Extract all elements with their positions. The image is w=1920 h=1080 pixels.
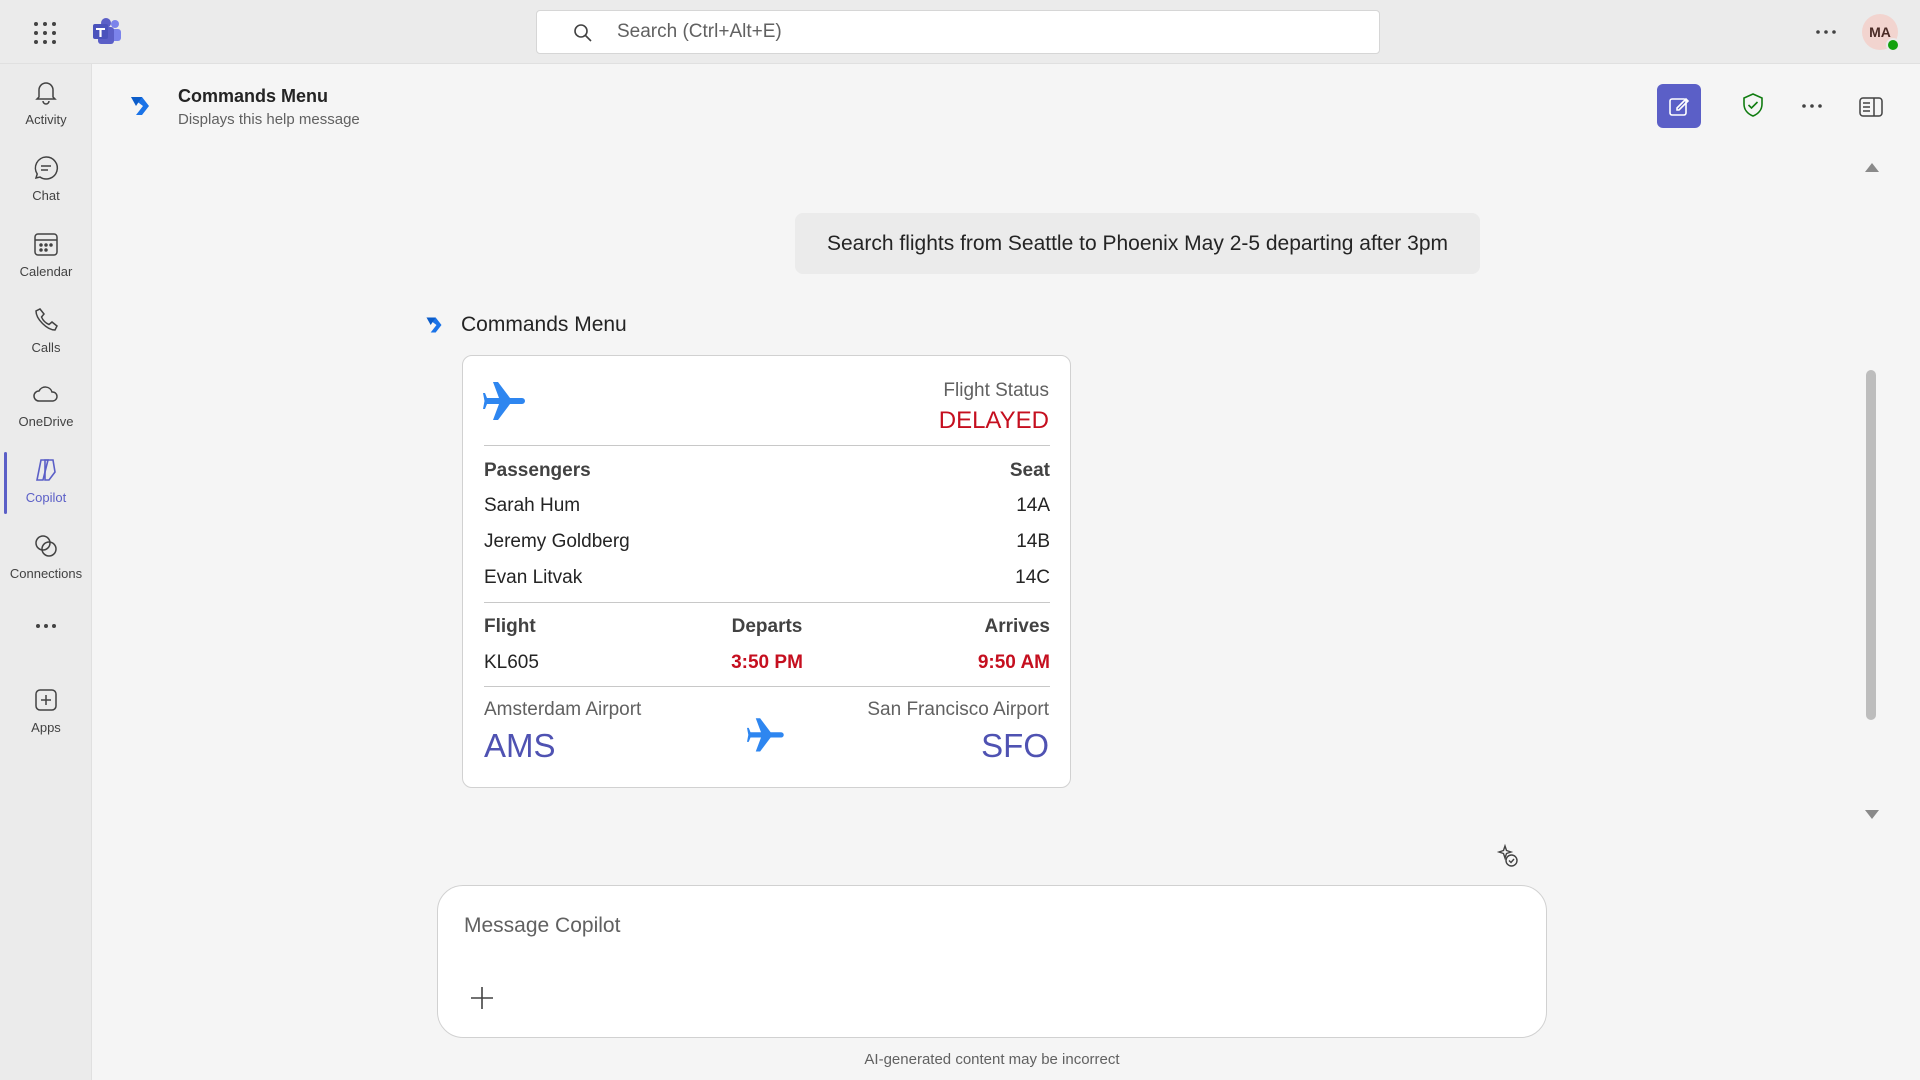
page-title: Commands Menu [178,86,329,106]
passenger-seat: 14B [1016,531,1050,552]
ai-disclaimer: AI-generated content may be incorrect [864,1051,1120,1068]
origin-airport-code: AMS [484,727,556,764]
rail-label: Copilot [25,490,67,505]
airplane-icon [483,378,531,422]
search-icon [573,23,593,43]
passenger-name: Jeremy Goldberg [484,531,630,552]
search-input[interactable] [617,11,1357,53]
message-composer [437,885,1547,1038]
cloud-icon [32,380,60,408]
connections-icon [32,532,60,560]
rail-item-chat[interactable]: Chat [0,146,92,214]
rail-label: OneDrive [18,414,74,429]
new-chat-button[interactable] [1657,84,1701,128]
bot-name: Commands Menu [461,313,627,336]
rail-label: Apps [31,720,61,735]
rail-item-onedrive[interactable]: OneDrive [0,372,92,440]
rail-item-calls[interactable]: Calls [0,298,92,366]
presence-available-icon [1886,38,1900,52]
rail-item-apps[interactable]: Apps [0,678,92,746]
arrives-time: 9:50 AM [977,652,1050,673]
search-box[interactable] [536,10,1380,54]
compose-icon [1669,97,1690,116]
chat-header: Commands Menu Displays this help message [92,64,1920,148]
passenger-seat: 14C [1015,567,1050,588]
user-message: Search flights from Seattle to Phoenix M… [795,213,1480,274]
flight-header: Flight [484,616,536,637]
chat-icon [32,154,60,182]
more-icon[interactable] [1812,20,1840,44]
passenger-header-row: Passengers Seat [484,460,1050,484]
destination-airport-code: SFO [981,727,1049,764]
rail-label: Chat [32,188,60,203]
flight-header-row: Flight Departs Arrives [484,616,1050,640]
passenger-row: Sarah Hum 14A [484,495,1050,519]
rail-item-calendar[interactable]: Calendar [0,222,92,290]
passenger-name: Sarah Hum [484,495,581,516]
teams-logo-icon[interactable] [92,18,122,46]
page-subtitle: Displays this help message [178,111,360,128]
departs-time: 3:50 PM [731,652,803,673]
rail-item-activity[interactable]: Activity [0,70,92,138]
left-rail: Activity Chat Calendar Calls OneDrive Co… [0,64,92,1080]
phone-icon [32,306,60,334]
bell-icon [32,78,60,106]
shield-check-icon[interactable] [1740,92,1766,118]
scroll-down-arrow-icon[interactable] [1862,808,1882,822]
passenger-row: Jeremy Goldberg 14B [484,531,1050,555]
passenger-name: Evan Litvak [484,567,583,588]
side-panel-icon[interactable] [1858,94,1884,120]
flight-number: KL605 [484,652,539,673]
flight-card: Flight Status DELAYED Passengers Seat Sa… [462,355,1071,788]
departs-header: Departs [731,616,803,637]
add-app-icon [32,686,60,714]
passenger-seat: 14A [1016,495,1050,516]
divider [484,686,1050,687]
more-icon [32,612,60,640]
scrollbar-thumb[interactable] [1866,370,1876,720]
app-launcher-icon[interactable] [32,20,58,46]
add-attachment-icon[interactable] [468,984,496,1012]
rail-label: Connections [9,566,83,581]
calendar-icon [32,230,60,258]
origin-airport-name: Amsterdam Airport [484,699,642,720]
more-options-icon[interactable] [1798,94,1826,118]
rail-item-copilot[interactable]: Copilot [0,448,92,516]
divider [484,602,1050,603]
scroll-up-arrow-icon[interactable] [1862,160,1882,174]
top-bar: MA [0,0,1920,64]
message-input[interactable] [464,906,1514,946]
prompt-suggestions-icon[interactable] [1494,843,1520,869]
destination-airport-name: San Francisco Airport [867,699,1049,720]
arrives-header: Arrives [984,616,1051,637]
flight-detail-row: KL605 3:50 PM 9:50 AM [484,652,1050,676]
copilot-icon [32,456,60,484]
flight-status-value: DELAYED [938,407,1049,434]
seat-header: Seat [1009,460,1050,481]
rail-label: Activity [25,112,67,127]
rail-label: Calls [31,340,61,355]
bot-avatar-icon [424,315,444,335]
divider [484,445,1050,446]
rail-label: Calendar [19,264,73,279]
passengers-header: Passengers [484,460,591,481]
rail-item-more[interactable] [0,604,92,672]
airplane-icon [747,714,789,754]
commands-menu-logo-icon [128,94,152,118]
passenger-row: Evan Litvak 14C [484,567,1050,591]
flight-status-label: Flight Status [943,380,1049,401]
rail-item-connections[interactable]: Connections [0,524,92,592]
